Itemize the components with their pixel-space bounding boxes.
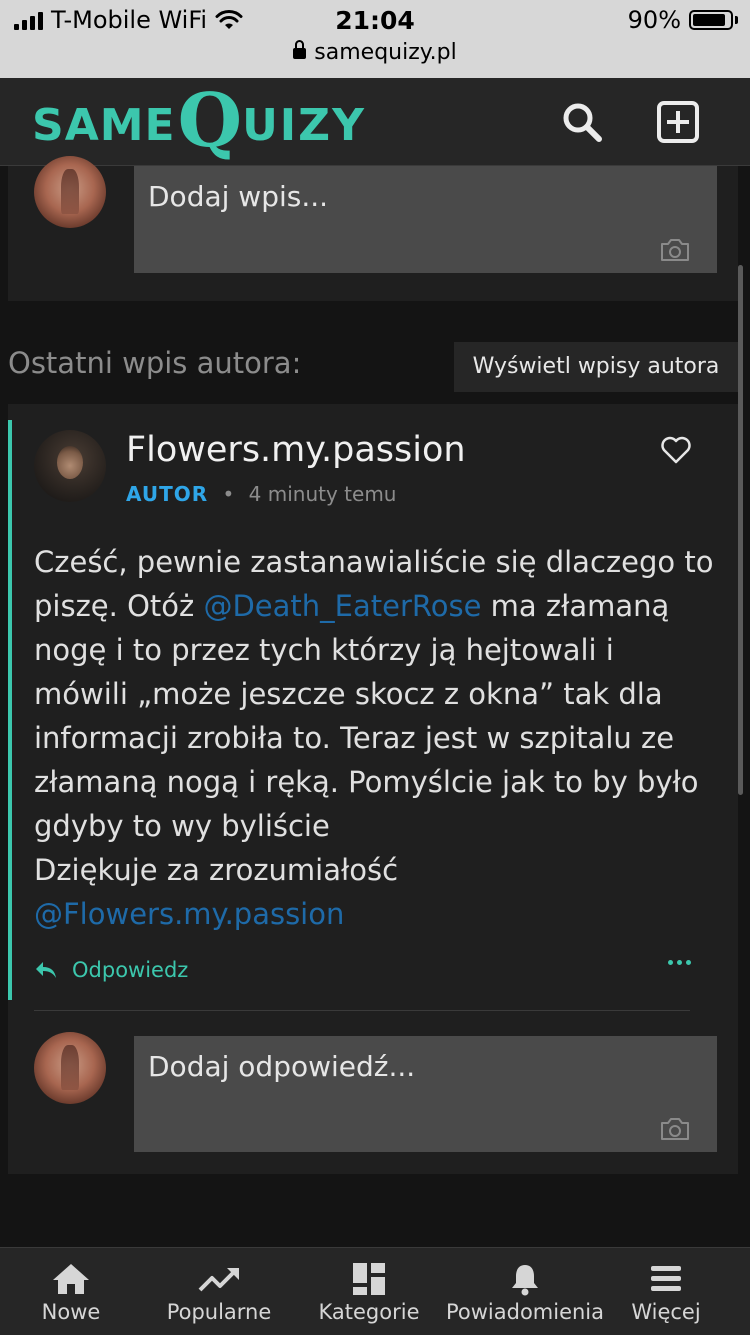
view-author-posts-button[interactable]: Wyświetl wpisy autora [454, 342, 738, 392]
tab-label: Więcej [631, 1300, 701, 1324]
author-badge: AUTOR [126, 482, 209, 506]
author-avatar[interactable] [34, 430, 106, 502]
bottom-tab-bar: Nowe Popularne Kategorie Powiadomienia W… [0, 1247, 750, 1335]
compose-input[interactable]: Dodaj wpis... [134, 166, 717, 273]
post-text-part: ma złamaną nogę i to przez tych którzy j… [34, 589, 699, 843]
tab-label: Powiadomienia [445, 1300, 605, 1324]
url-bar[interactable]: samequizy.pl [0, 40, 750, 65]
reply-icon [36, 962, 56, 978]
post-text-part: Dziękuje za zrozumiałość [34, 853, 399, 887]
menu-icon [651, 1266, 681, 1291]
mention-link[interactable]: @Flowers.my.passion [34, 897, 344, 931]
reply-placeholder: Dodaj odpowiedź... [148, 1050, 416, 1083]
add-square-icon[interactable] [656, 100, 700, 144]
mention-link[interactable]: @Death_EaterRose [203, 589, 481, 623]
post-body: Cześć, pewnie zastanawialiście się dlacz… [34, 540, 714, 936]
tab-popularne[interactable]: Popularne [148, 1248, 290, 1335]
reply-label: Odpowiedz [72, 958, 189, 982]
url-text: samequizy.pl [314, 40, 457, 65]
home-icon [53, 1264, 89, 1294]
logo-uizy: UIZY [242, 100, 366, 151]
post-accent-bar [8, 420, 12, 1000]
more-options-icon[interactable] [668, 960, 691, 965]
tab-label: Popularne [166, 1300, 272, 1324]
compose-card: Dodaj wpis... [8, 156, 738, 301]
logo[interactable]: SAME Q UIZY [32, 84, 366, 158]
app-header: SAME Q UIZY [0, 78, 750, 166]
logo-same: SAME [32, 100, 176, 151]
tab-wiecej[interactable]: Więcej [606, 1248, 726, 1335]
tab-kategorie[interactable]: Kategorie [298, 1248, 440, 1335]
scrollbar[interactable] [738, 265, 743, 795]
tab-nowe[interactable]: Nowe [0, 1248, 142, 1335]
tab-label: Nowe [41, 1300, 101, 1324]
reply-input[interactable]: Dodaj odpowiedź... [134, 1036, 717, 1152]
camera-icon[interactable] [659, 237, 691, 263]
tab-label: Kategorie [318, 1300, 420, 1324]
logo-q: Q [177, 78, 243, 164]
reply-button[interactable]: Odpowiedz [34, 958, 188, 982]
post-meta: AUTOR • 4 minuty temu [126, 482, 396, 506]
camera-icon[interactable] [659, 1116, 691, 1142]
search-icon[interactable] [560, 100, 604, 144]
heart-icon[interactable] [660, 436, 692, 464]
status-bar: T-Mobile WiFi 21:04 90% samequizy.pl [0, 0, 750, 78]
bell-icon [512, 1265, 538, 1296]
meta-separator: • [222, 482, 235, 506]
user-avatar[interactable] [34, 156, 106, 228]
compose-placeholder: Dodaj wpis... [148, 180, 329, 213]
battery-icon [689, 10, 733, 30]
author-name[interactable]: Flowers.my.passion [126, 430, 466, 470]
divider [34, 1010, 690, 1011]
categories-icon [353, 1263, 385, 1295]
battery: 90% [628, 6, 738, 34]
trending-icon [198, 1268, 239, 1292]
section-label: Ostatni wpis autora: [8, 346, 302, 380]
lock-icon [293, 40, 307, 59]
post-time: 4 minuty temu [248, 482, 397, 506]
user-avatar[interactable] [34, 1032, 106, 1104]
battery-percent: 90% [627, 6, 681, 34]
tab-powiadomienia[interactable]: Powiadomienia [444, 1248, 606, 1335]
